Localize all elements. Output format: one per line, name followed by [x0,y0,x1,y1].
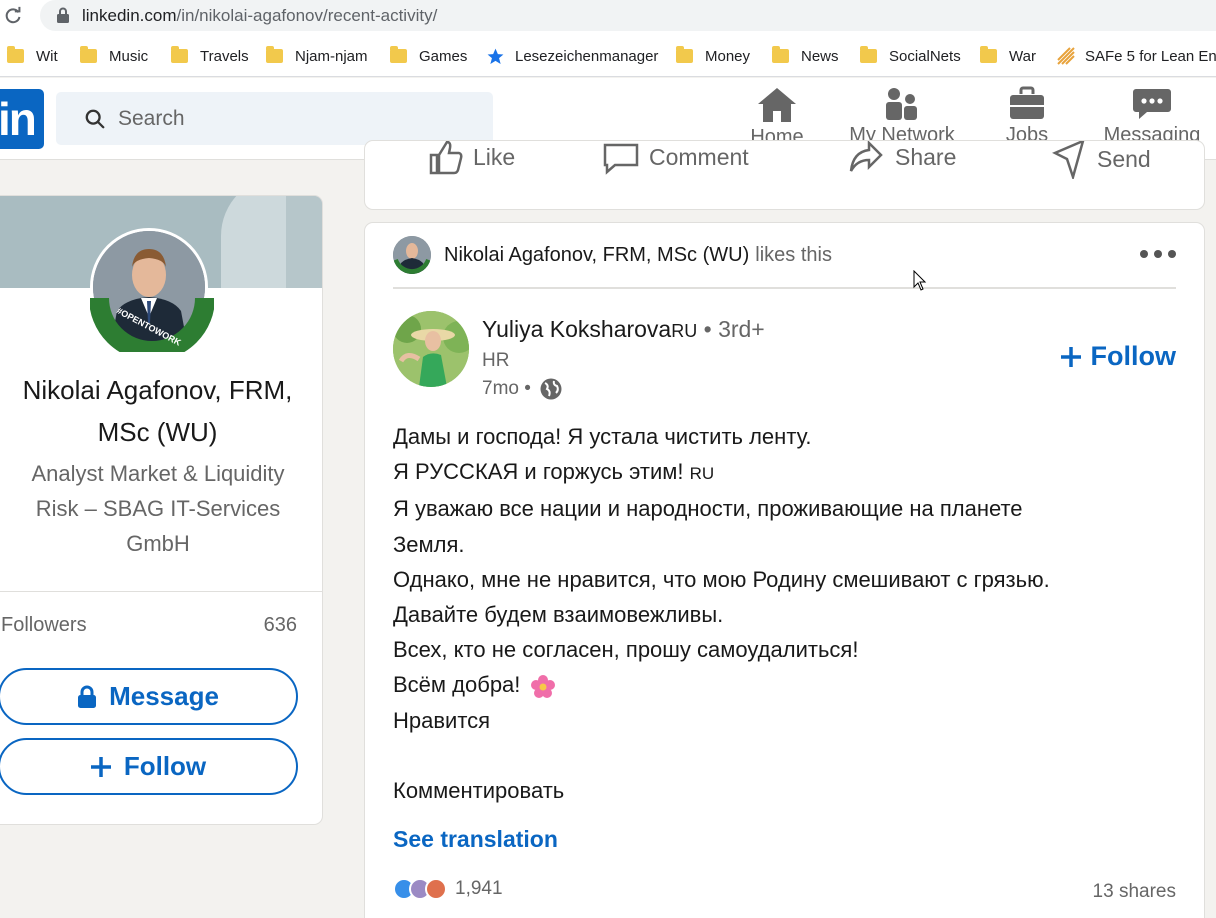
folder-icon [171,46,188,63]
connection-degree: • 3rd+ [703,316,765,342]
folder-icon [676,46,693,63]
bookmark-socialnets[interactable]: SocialNets [860,45,961,67]
post-card: Nikolai Agafonov, FRM, MSc (WU) likes th… [364,222,1205,918]
folder-icon [390,46,407,63]
reload-icon[interactable] [2,5,24,27]
lock-icon [78,685,97,708]
folder-icon [860,46,877,63]
bookmark-games[interactable]: Games [390,45,467,67]
post-line: Дамы и господа! Я устала чистить ленту. [393,424,812,449]
flower-emoji-icon [531,674,556,698]
share-icon [849,141,883,172]
bookmark-money[interactable]: Money [676,45,750,67]
divider [0,591,322,592]
post-line: Я уважаю все нации и народности, прожива… [393,496,1023,522]
reactions-count[interactable]: 1,941 [393,878,503,900]
briefcase-icon [1010,86,1044,119]
shares-count[interactable]: 13 shares [1093,881,1176,903]
plus-icon [1060,346,1081,367]
previous-post-actions: Like Comment Share Send [364,140,1205,210]
bookmark-music[interactable]: Music [80,45,148,67]
lock-icon[interactable] [56,7,70,23]
folder-icon [980,46,997,63]
like-button[interactable]: Like [427,141,515,175]
messaging-icon [1133,89,1171,119]
bookmark-war[interactable]: War [980,45,1036,67]
social-context-header: Nikolai Agafonov, FRM, MSc (WU) likes th… [393,236,832,274]
liker-avatar[interactable] [393,236,431,274]
bookmark-wit[interactable]: Wit [7,45,58,67]
post-line: Я РУССКАЯ и горжусь этим! RU [393,459,715,485]
post-line [393,738,1173,773]
url-text[interactable]: linkedin.com/in/nikolai-agafonov/recent-… [82,6,437,26]
mouse-cursor-icon [913,270,927,291]
bookmark-njam-njam[interactable]: Njam-njam [266,45,368,67]
search-input[interactable] [118,100,478,137]
browser-address-bar: linkedin.com/in/nikolai-agafonov/recent-… [0,0,1216,33]
post-line: Всех, кто не согласен, прошу самоудалить… [393,637,859,663]
divider [393,287,1176,289]
home-icon [758,88,796,122]
author-title: HR [482,350,510,371]
search-icon [85,109,105,129]
post-age: 7mo • [482,377,563,401]
liker-action: likes this [755,243,832,266]
comment-button[interactable]: Comment [601,141,749,175]
search-box[interactable] [56,92,493,145]
followers-label: Followers [1,614,87,636]
see-translation-link[interactable]: See translation [393,826,558,853]
post-line: Всём добра! [393,667,1173,702]
safe-icon [1057,47,1075,65]
bookmarks-bar: Wit Music Travels Njam-njam Games Leseze… [0,33,1216,77]
post-line: Давайте будем взаимовежливы. [393,602,724,628]
send-icon [1052,141,1085,179]
globe-icon [540,378,562,400]
post-line: Нравится [393,707,491,733]
author-avatar[interactable] [393,311,469,387]
message-button[interactable]: Message [0,668,298,725]
author-flag: RU [671,321,698,341]
profile-name[interactable]: Nikolai Agafonov, FRM, MSc (WU) [1,369,314,453]
plus-icon [90,756,111,777]
profile-headline: Analyst Market & Liquidity Risk – SBAG I… [31,461,285,556]
bookmark-travels[interactable]: Travels [171,45,249,67]
post-line: Комментировать [393,778,565,804]
flag-ru: RU [689,464,715,484]
bookmark-safe[interactable]: SAFe 5 for Lean Ent... [1056,45,1216,67]
folder-icon [772,46,789,63]
more-options-icon[interactable] [1134,250,1176,258]
folder-icon [7,46,24,63]
author-name-line: Yuliya KoksharovaRU • 3rd+ [482,316,765,343]
post-line: Земля. [393,531,465,557]
linkedin-logo[interactable]: in [0,89,44,149]
open-to-work-frame: #OPENTOWORK [90,297,214,352]
love-reaction-icon [425,878,447,900]
bookmark-lesezeichenmanager[interactable]: Lesezeichenmanager [486,45,658,67]
post-line: Однако, мне не нравится, что мою Родину … [393,566,1050,592]
comment-icon [603,143,639,175]
bookmark-news[interactable]: News [772,45,839,67]
profile-card: #OPENTOWORK Nikolai Agafonov, FRM, MSc (… [0,195,323,825]
send-button[interactable]: Send [1051,141,1151,179]
star-icon [487,48,504,64]
my-network-icon [886,88,917,120]
post-text: Дамы и господа! Я устала чистить ленту. … [393,419,1173,808]
author-name[interactable]: Yuliya Koksharova [482,316,671,342]
folder-icon [80,46,97,63]
follow-button[interactable]: Follow [0,738,298,795]
followers-count: 636 [263,614,297,636]
follow-author-button[interactable]: Follow [1060,341,1176,372]
like-icon [429,141,463,175]
share-button[interactable]: Share [847,141,956,175]
liker-name[interactable]: Nikolai Agafonov, FRM, MSc (WU) [444,244,749,267]
folder-icon [266,46,283,63]
